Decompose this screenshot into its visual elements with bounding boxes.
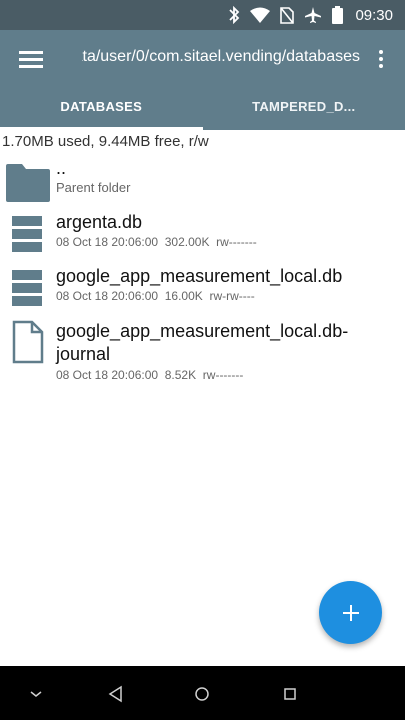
airplane-mode-icon	[305, 7, 322, 23]
wifi-icon	[250, 7, 271, 23]
file-icon	[12, 320, 44, 364]
file-date: 08 Oct 18 20:06:00	[56, 289, 159, 303]
navigation-bar	[0, 666, 405, 720]
recents-icon[interactable]	[278, 682, 302, 706]
file-meta: 08 Oct 18 20:06:00 8.52K rw-------	[56, 368, 243, 382]
list-item-google-measurement-journal[interactable]: google_app_measurement_local.db-journal …	[0, 314, 405, 390]
status-icons: 09:30	[228, 0, 393, 30]
file-date: 08 Oct 18 20:06:00	[56, 368, 159, 382]
file-permissions: rw-rw----	[209, 289, 255, 303]
parent-folder-label: Parent folder	[56, 180, 131, 195]
toolbar: /data/user/0/com.sitael.vending/database…	[0, 30, 405, 88]
hide-keyboard-icon[interactable]	[24, 682, 48, 706]
home-icon[interactable]	[190, 682, 214, 706]
tab-tampered[interactable]: TAMPERED_D...	[203, 88, 405, 130]
file-meta: 08 Oct 18 20:06:00 302.00K rw-------	[56, 235, 257, 249]
more-vert-icon[interactable]	[373, 50, 389, 72]
list-item-argenta-db[interactable]: argenta.db 08 Oct 18 20:06:00 302.00K rw…	[0, 206, 405, 260]
database-icon	[12, 216, 42, 252]
file-date: 08 Oct 18 20:06:00	[56, 235, 159, 249]
database-icon	[12, 270, 42, 306]
bluetooth-icon	[229, 6, 240, 24]
hamburger-menu-icon[interactable]	[16, 47, 46, 71]
tab-bar: DATABASES TAMPERED_D...	[0, 88, 405, 130]
battery-icon	[332, 6, 344, 24]
status-bar: 09:30	[0, 0, 405, 30]
file-name: google_app_measurement_local.db	[56, 266, 343, 286]
back-icon[interactable]	[104, 682, 128, 706]
file-name: argenta.db	[56, 212, 143, 232]
current-path: /data/user/0/com.sitael.vending/database…	[82, 48, 360, 65]
file-meta: 08 Oct 18 20:06:00 16.00K rw-rw----	[56, 289, 255, 303]
list-item-parent-folder[interactable]: .. Parent folder	[0, 152, 405, 206]
file-list: .. Parent folder argenta.db 08 Oct 18 20…	[0, 152, 405, 390]
file-size: 8.52K	[164, 368, 197, 382]
file-size: 16.00K	[164, 289, 203, 303]
file-name: ..	[56, 158, 67, 178]
file-permissions: rw-------	[202, 368, 244, 382]
folder-icon	[6, 164, 50, 202]
file-permissions: rw-------	[216, 235, 257, 249]
no-sim-icon	[280, 6, 295, 24]
file-size: 302.00K	[164, 235, 210, 249]
list-item-google-measurement-db[interactable]: google_app_measurement_local.db 08 Oct 1…	[0, 260, 405, 314]
storage-usage: 1.70MB used, 9.44MB free, r/w	[2, 133, 209, 150]
clock: 09:30	[355, 6, 393, 24]
add-button[interactable]	[319, 581, 382, 644]
tab-databases[interactable]: DATABASES	[0, 88, 203, 130]
file-name: google_app_measurement_local.db-journal	[56, 321, 349, 364]
plus-icon	[342, 604, 359, 621]
